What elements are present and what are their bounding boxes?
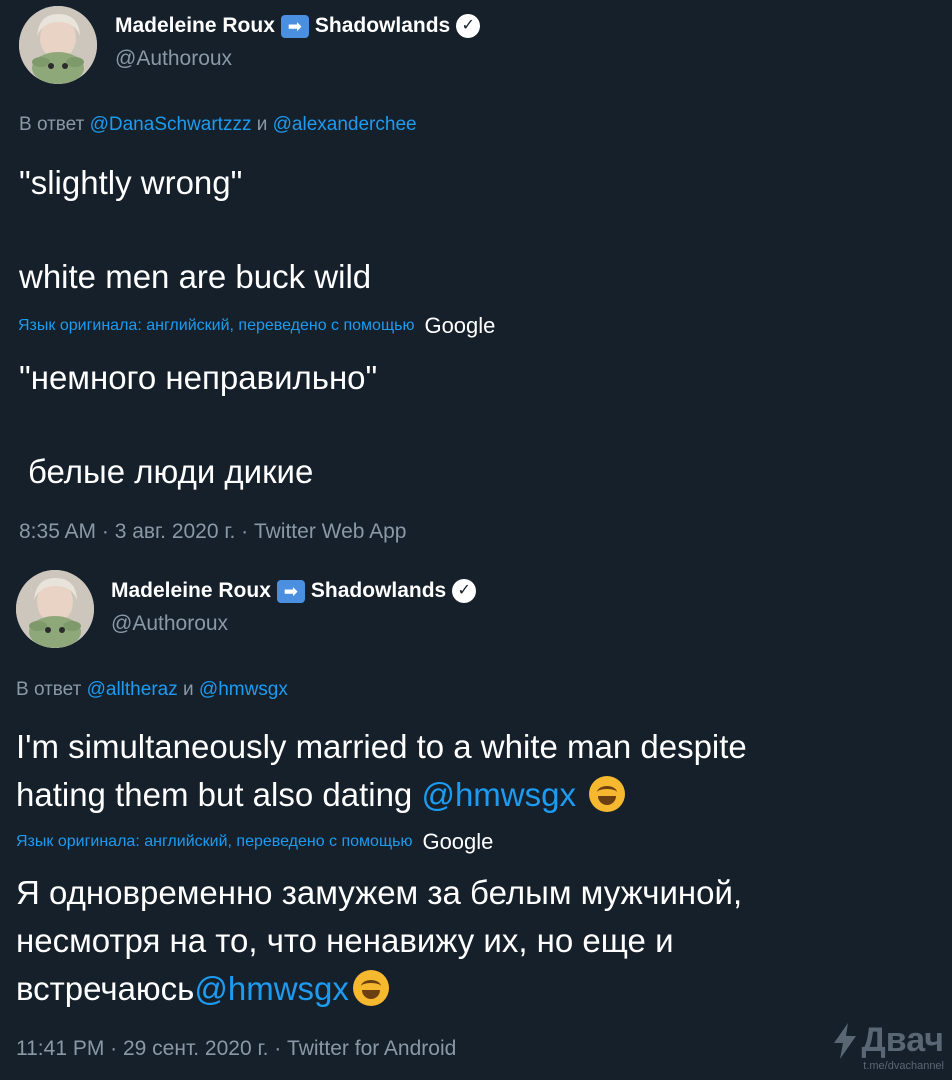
translation-text-line: встречаюсь@hmwsgx [16,969,389,1009]
tweet-text-line: I'm simultaneously married to a white ma… [16,728,747,765]
rolling-laughing-emoji-icon [589,776,626,812]
verified-badge-icon: ✓ [452,579,477,603]
rolling-laughing-emoji-icon [352,970,389,1006]
google-logo[interactable]: Google [424,313,495,339]
watermark-url: t.me/dvachannel [863,1060,944,1072]
translation-notice: Язык оригинала: английский, переведено с… [18,313,495,339]
translation-notice: Язык оригинала: английский, переведено с… [16,829,493,855]
author-name-text: Madeleine Roux [115,14,275,37]
reply-prefix: В ответ [19,114,85,135]
reply-mention[interactable]: @DanaSchwartzzz [90,114,252,135]
translation-label: Язык оригинала: английский, переведено с… [18,317,415,334]
reply-and: и [183,679,194,700]
translation-mention[interactable]: @hmwsgx [194,970,349,1007]
lightning-icon [833,1022,856,1059]
avatar-image [16,570,94,648]
reply-context: В ответ @alltheraz и @hmwsgx [16,679,288,701]
reply-mention[interactable]: @alltheraz [87,679,178,700]
author-name[interactable]: Madeleine Roux ➡ Shadowlands ✓ [111,579,477,603]
author-handle[interactable]: @Authoroux [115,47,232,71]
author-name-text: Madeleine Roux [111,579,271,602]
author-name-suffix: Shadowlands [314,14,451,37]
arrow-right-icon: ➡ [280,14,309,38]
avatar-image [19,6,97,84]
tweet-text-line: white men are buck wild [19,258,372,295]
verified-badge-icon: ✓ [456,14,481,38]
tweet-text-segment: hating them but also dating [16,776,413,813]
translation-text-line: несмотря на то, что ненавижу их, но еще … [16,922,674,959]
reply-mention[interactable]: @alexanderchee [273,114,417,135]
avatar[interactable] [16,570,94,648]
translation-text-line: Я одновременно замужем за белым мужчиной… [16,874,743,911]
translation-text-line: "немного неправильно" [19,359,378,396]
reply-context: В ответ @DanaSchwartzzz и @alexanderchee [19,114,417,136]
reply-and: и [256,114,268,135]
author-name[interactable]: Madeleine Roux ➡ Shadowlands ✓ [115,14,481,38]
author-handle[interactable]: @Authoroux [111,612,228,636]
translation-label: Язык оригинала: английский, переведено с… [16,833,413,850]
tweet-text-line: "slightly wrong" [19,164,243,201]
tweet-mention[interactable]: @hmwsgx [421,776,576,813]
watermark: Двач t.me/dvachannel [832,1021,944,1072]
reply-prefix: В ответ [16,679,82,700]
watermark-logo: Двач [832,1021,944,1060]
translation-text-line: белые люди дикие [28,453,314,490]
google-logo[interactable]: Google [422,829,493,855]
avatar[interactable] [19,6,97,84]
tweet-meta[interactable]: 11:41 PM · 29 сент. 2020 г. · Twitter fo… [16,1037,456,1061]
arrow-right-icon: ➡ [276,579,305,603]
watermark-brand: Двач [861,1021,944,1059]
reply-mention[interactable]: @hmwsgx [199,679,288,700]
translation-text-segment: встречаюсь [16,970,195,1007]
tweet-text-line: hating them but also dating @hmwsgx [16,775,626,815]
tweet-meta[interactable]: 8:35 AM · 3 авг. 2020 г. · Twitter Web A… [19,520,407,544]
author-name-suffix: Shadowlands [310,579,447,602]
